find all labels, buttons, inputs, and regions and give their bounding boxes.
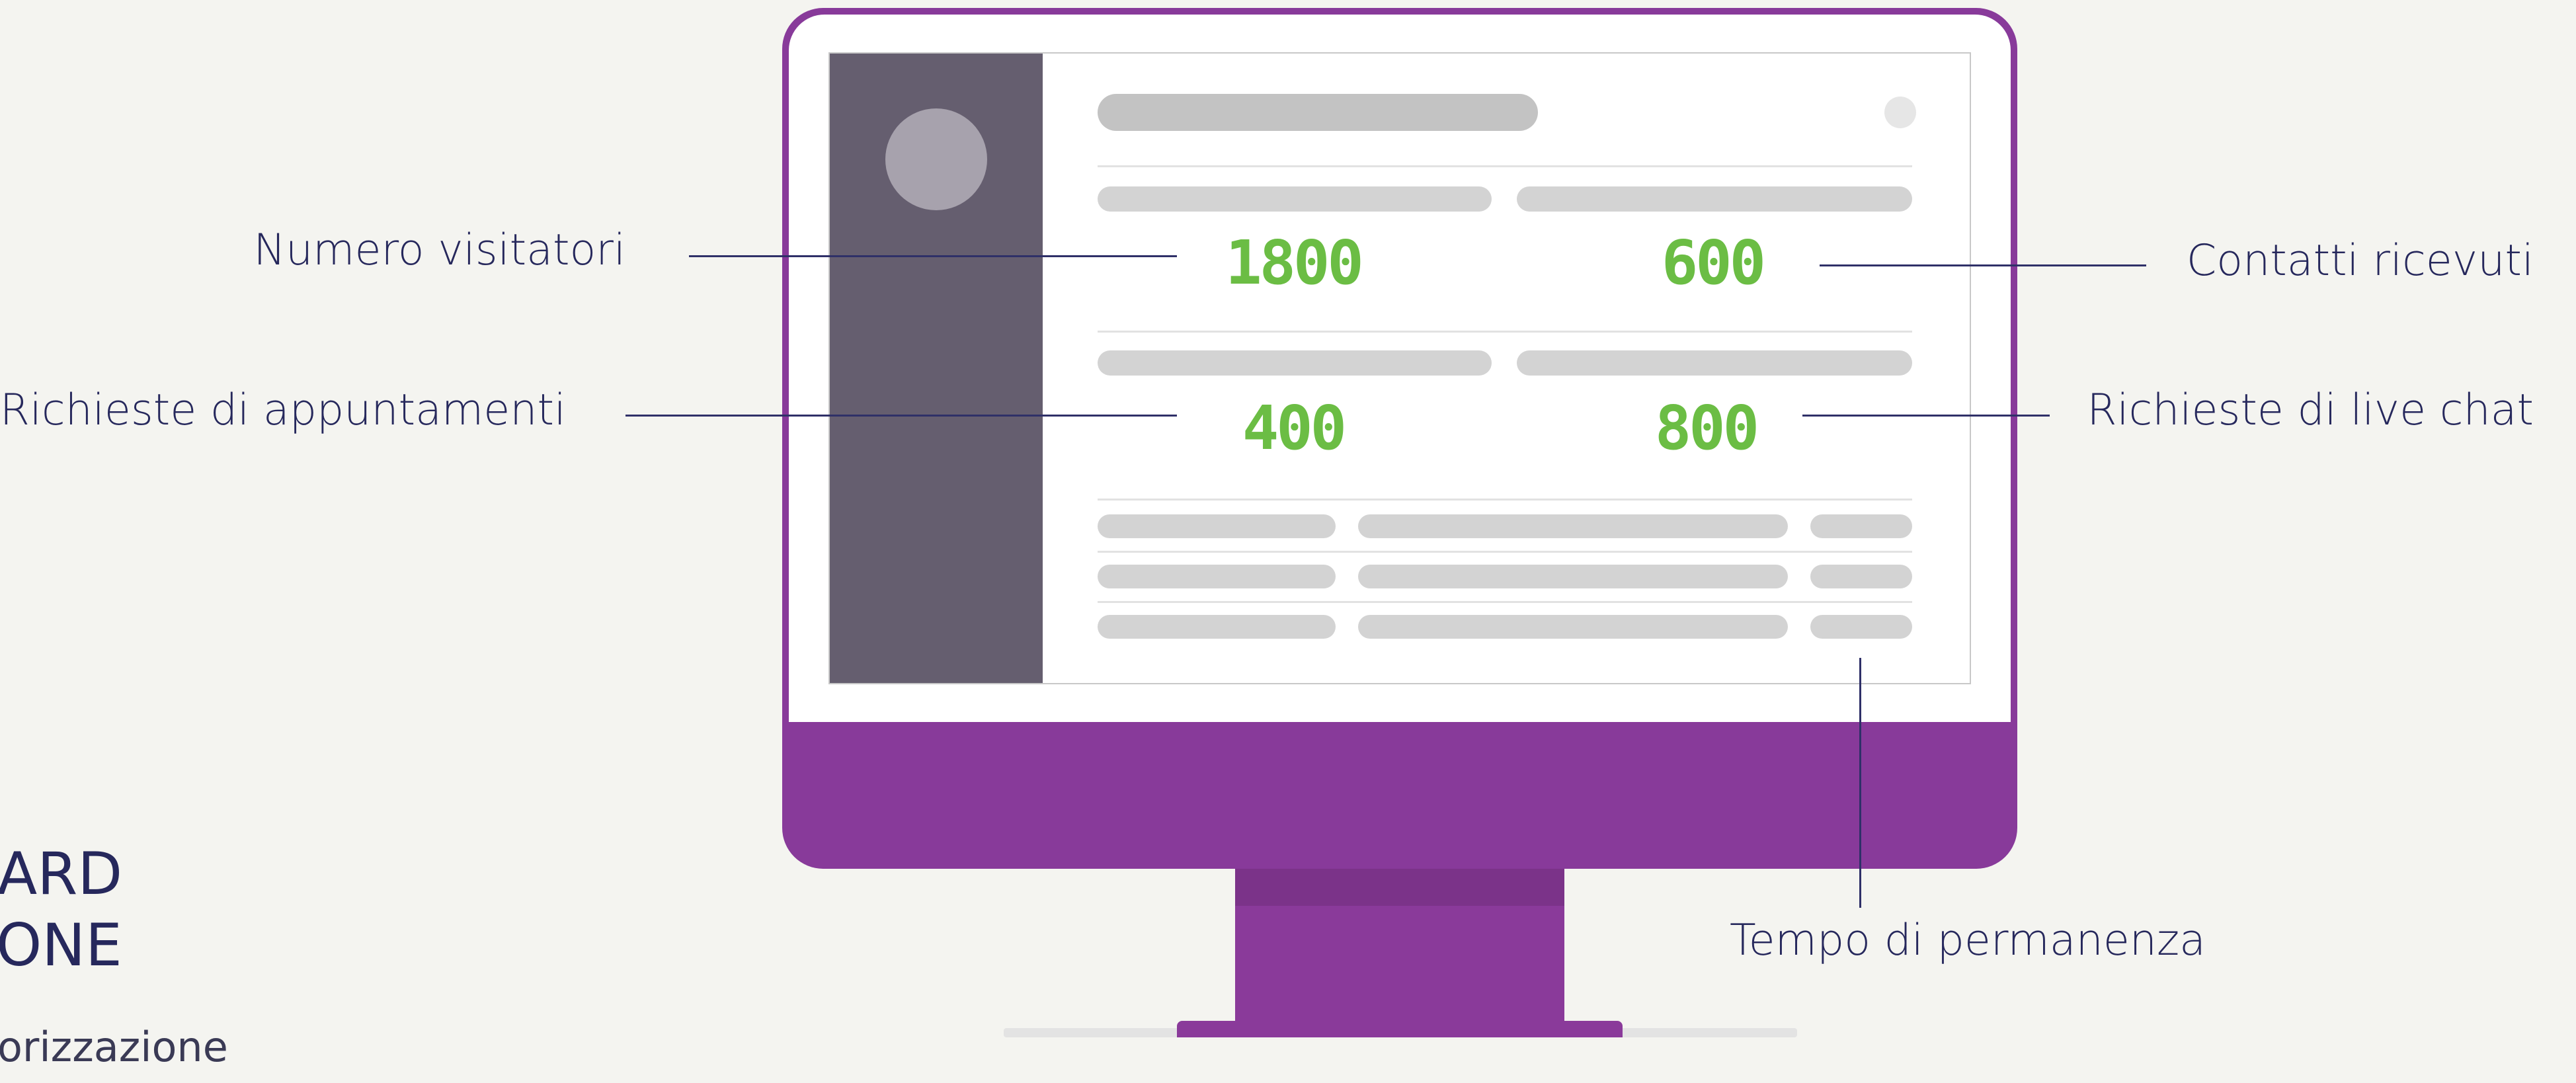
- callout-line-live-chat: [1802, 415, 2050, 417]
- label-contacts: Contatti ricevuti: [2186, 236, 2534, 286]
- table-cell: [1810, 565, 1912, 588]
- avatar: [885, 108, 987, 210]
- table-cell: [1358, 615, 1788, 639]
- callout-line-visitors: [689, 255, 1177, 257]
- separator: [1098, 601, 1912, 603]
- table-cell: [1810, 514, 1912, 538]
- metric-label-bar: [1098, 350, 1492, 376]
- metric-label-bar: [1098, 186, 1492, 212]
- label-appointments: Richieste di appuntamenti: [0, 385, 566, 435]
- metric-live-chat: 800: [1654, 393, 1759, 463]
- label-time-on-site: Tempo di permanenza: [1730, 916, 2206, 965]
- table-cell: [1098, 514, 1336, 538]
- table-cell: [1810, 615, 1912, 639]
- callout-line-appointments: [625, 415, 1177, 417]
- callout-line-time-on-site: [1859, 658, 1861, 908]
- title-line-2: ONE: [0, 911, 122, 979]
- metric-label-bar: [1517, 350, 1912, 376]
- metric-label-bar: [1517, 186, 1912, 212]
- separator: [1098, 165, 1912, 167]
- label-live-chat: Richieste di live chat: [2087, 385, 2534, 435]
- table-cell: [1358, 565, 1788, 588]
- callout-line-contacts: [1820, 264, 2146, 266]
- separator: [1098, 551, 1912, 553]
- separator: [1098, 331, 1912, 333]
- header-bar: [1098, 94, 1538, 131]
- separator: [1098, 499, 1912, 501]
- title-line-1: ARD: [0, 840, 123, 908]
- monitor-stand-base: [1177, 1021, 1623, 1037]
- label-visitors: Numero visitatori: [253, 225, 625, 275]
- metric-contacts: 600: [1661, 227, 1766, 298]
- table-cell: [1358, 514, 1788, 538]
- metric-appointments: 400: [1242, 393, 1347, 463]
- table-cell: [1098, 615, 1336, 639]
- metric-visitors: 1800: [1225, 227, 1364, 298]
- header-dot: [1884, 97, 1916, 128]
- title-subtitle: orizzazione: [0, 1023, 228, 1071]
- table-cell: [1098, 565, 1336, 588]
